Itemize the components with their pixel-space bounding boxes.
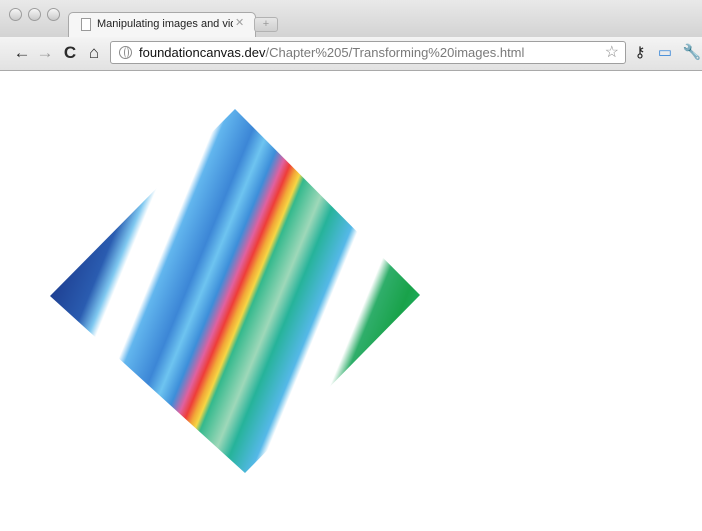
back-button[interactable]: ← — [12, 42, 32, 64]
page-viewport — [0, 71, 702, 531]
tab-active[interactable]: Manipulating images and vid ✕ — [68, 12, 256, 37]
tab-close-icon[interactable]: ✕ — [235, 16, 244, 29]
toolbar: ← → C ⌂ foundationcanvas.dev/Chapter%205… — [0, 37, 702, 71]
forward-button[interactable]: → — [35, 42, 55, 64]
wrench-icon[interactable]: 🔧 — [682, 42, 702, 64]
new-tab-button[interactable]: + — [254, 17, 278, 32]
zoom-window-icon[interactable] — [47, 8, 60, 21]
url-path: /Chapter%205/Transforming%20images.html — [265, 45, 525, 60]
striped-rotated-image — [50, 109, 420, 473]
tab-strip: Manipulating images and vid ✕ + — [0, 0, 702, 38]
url-host: foundationcanvas.dev — [139, 45, 266, 60]
page-menu-icon[interactable]: ▭ — [655, 42, 675, 64]
url-text[interactable]: foundationcanvas.dev/Chapter%205/Transfo… — [139, 45, 524, 60]
address-bar[interactable]: foundationcanvas.dev/Chapter%205/Transfo… — [110, 41, 626, 64]
minimize-window-icon[interactable] — [28, 8, 41, 21]
bookmark-star-icon[interactable]: ☆ — [605, 42, 619, 62]
page-icon — [81, 18, 91, 31]
canvas-image — [50, 109, 420, 473]
close-window-icon[interactable] — [9, 8, 22, 21]
home-button[interactable]: ⌂ — [84, 42, 104, 64]
reload-button[interactable]: C — [60, 42, 80, 64]
key-icon[interactable]: ⚷ — [630, 42, 650, 64]
tab-title: Manipulating images and vid — [97, 18, 233, 30]
globe-icon — [119, 46, 132, 59]
browser-window: Manipulating images and vid ✕ + ← → C ⌂ … — [0, 0, 702, 531]
